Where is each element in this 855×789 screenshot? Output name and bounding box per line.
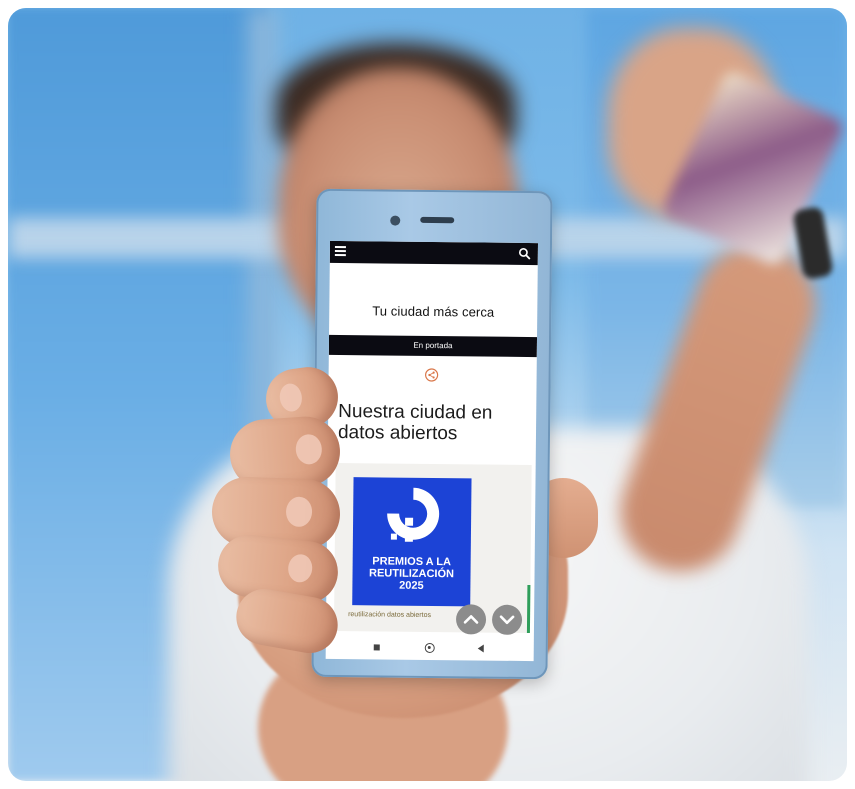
front-camera: [390, 215, 401, 226]
image-caption: reutilización datos abiertos: [348, 611, 432, 619]
share-icon[interactable]: [425, 368, 439, 382]
hamburger-menu-icon[interactable]: [334, 245, 347, 257]
award-year: 2025: [399, 579, 424, 592]
scroll-up-button[interactable]: [455, 604, 487, 635]
scroll-down-button[interactable]: [491, 604, 523, 635]
app-topbar: [329, 240, 539, 266]
search-icon[interactable]: [518, 247, 532, 261]
back-button[interactable]: [477, 644, 484, 653]
section-bar[interactable]: En portada: [328, 334, 538, 358]
smartphone: Tu ciudad más cerca En portada Nuestra c…: [311, 188, 553, 680]
open-data-logo-icon: [387, 487, 440, 542]
site-title: Tu ciudad más cerca: [372, 303, 495, 320]
photo-frame: Tu ciudad más cerca En portada Nuestra c…: [8, 8, 847, 781]
green-accent-strip: [526, 585, 531, 634]
award-text: PREMIOS A LA REUTILIZACIÓN 2025: [352, 555, 470, 592]
phone-screen: Tu ciudad más cerca En portada Nuestra c…: [325, 240, 539, 662]
recent-apps-button[interactable]: [373, 644, 380, 651]
article-headline[interactable]: Nuestra ciudad en datos abiertos: [338, 401, 528, 445]
award-line-2: REUTILIZACIÓN: [368, 567, 455, 581]
award-banner: PREMIOS A LA REUTILIZACIÓN 2025: [352, 477, 472, 607]
earpiece-speaker: [420, 216, 455, 224]
home-button[interactable]: [424, 642, 435, 654]
chevron-down-icon: [499, 615, 515, 625]
android-navigation-bar: [326, 639, 534, 661]
chevron-up-icon: [463, 615, 479, 624]
